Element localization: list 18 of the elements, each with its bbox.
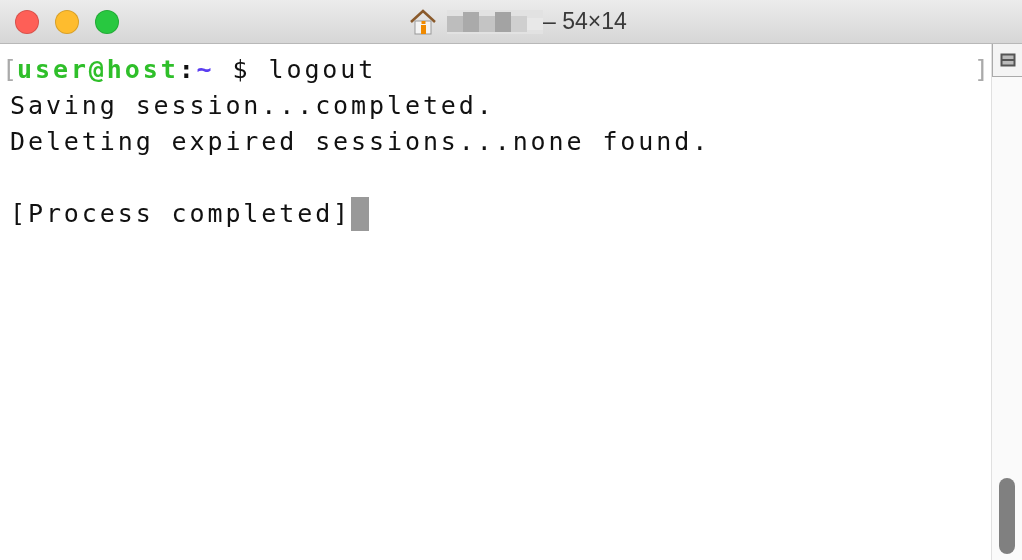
user-host: user@host xyxy=(17,54,179,86)
split-pane-button[interactable] xyxy=(992,44,1022,77)
prompt-path: ~ xyxy=(196,54,215,86)
split-icon xyxy=(999,53,1016,67)
scrollbar-thumb[interactable] xyxy=(999,478,1015,554)
minimize-button[interactable] xyxy=(55,10,79,34)
command-text: logout xyxy=(268,54,377,86)
prompt-mark: [ xyxy=(2,54,18,86)
window-title: – 54×14 xyxy=(543,8,627,35)
prompt-mark: ] xyxy=(973,54,989,86)
output-line: Saving session...completed. xyxy=(10,90,495,122)
zoom-button[interactable] xyxy=(95,10,119,34)
status-line: [Process completed] xyxy=(10,198,352,230)
output-line: Deleting expired sessions...none found. xyxy=(10,126,711,158)
close-button[interactable] xyxy=(15,10,39,34)
prompt-symbol: $ xyxy=(232,54,251,86)
separator: : xyxy=(178,54,197,86)
house-icon xyxy=(409,8,438,35)
